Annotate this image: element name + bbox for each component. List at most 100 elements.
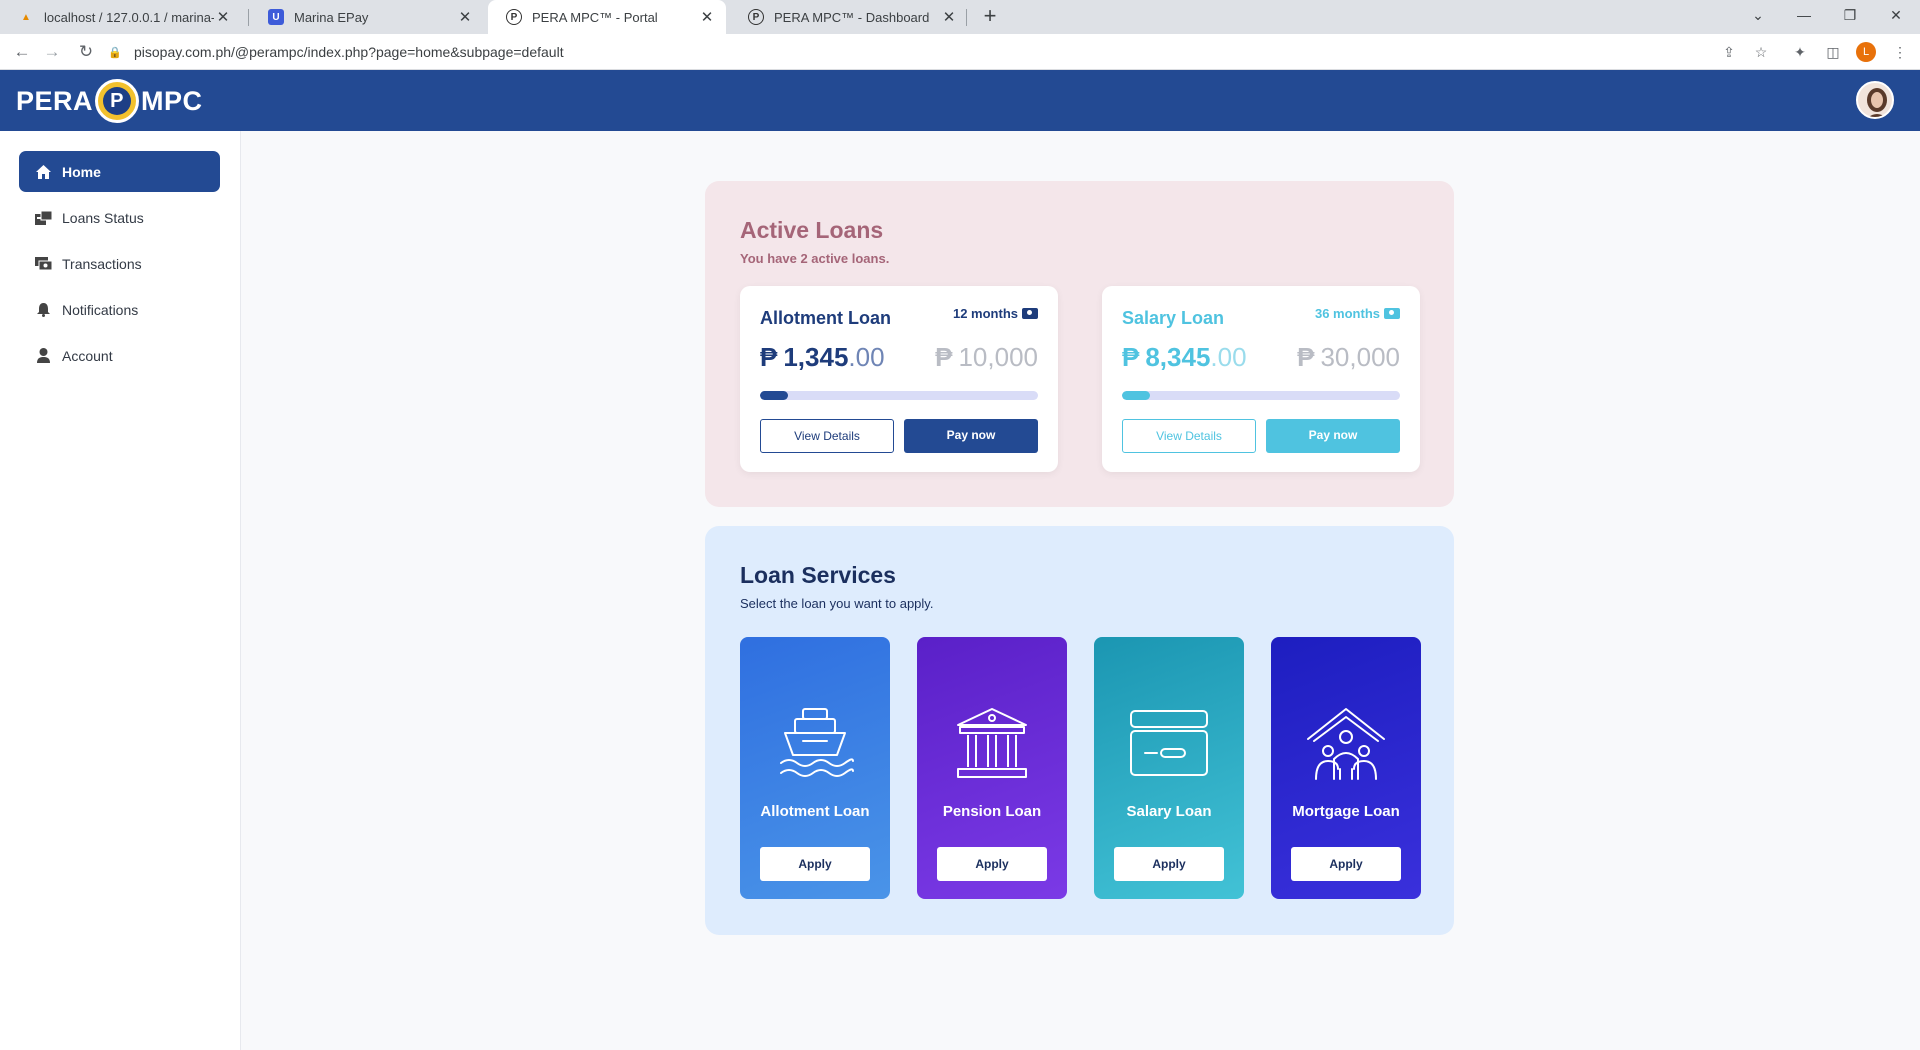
apply-button[interactable]: Apply <box>1114 847 1224 881</box>
pay-now-button[interactable]: Pay now <box>904 419 1038 453</box>
ship-icon <box>780 708 854 777</box>
service-card-salary[interactable]: Salary Loan Apply <box>1094 637 1244 899</box>
browser-tab[interactable]: ▲ localhost / 127.0.0.1 / marina-ep ✕ <box>0 0 242 34</box>
new-tab-button[interactable]: + <box>977 4 1003 30</box>
user-icon <box>34 348 52 363</box>
limit-value: 10,000 <box>958 342 1038 372</box>
user-photo-icon <box>1867 88 1887 117</box>
close-icon[interactable]: ✕ <box>456 8 474 26</box>
user-avatar[interactable] <box>1856 81 1894 119</box>
loan-card-salary: Salary Loan 36 months ₱ 8,345 .00 ₱ 30,00… <box>1102 286 1420 472</box>
currency-symbol: ₱ <box>1297 342 1315 372</box>
family-house-icon <box>1307 708 1385 780</box>
balance-decimal: .00 <box>848 342 885 372</box>
loan-progress-bar <box>1122 391 1400 400</box>
pera-mpc-logo[interactable]: PERA P MPC <box>16 79 203 123</box>
browser-toolbar: ← → ↻ 🔒 pisopay.com.ph/@perampc/index.ph… <box>0 34 1920 70</box>
sidebar-item-label: Notifications <box>62 301 139 318</box>
address-bar[interactable]: 🔒 pisopay.com.ph/@perampc/index.php?page… <box>108 39 1788 65</box>
browser-profile-avatar[interactable]: L <box>1856 42 1876 62</box>
sidebar-item-notifications[interactable]: Notifications <box>19 289 220 330</box>
browser-tab-active[interactable]: P PERA MPC™ - Portal ✕ <box>488 0 726 34</box>
service-label: Pension Loan <box>942 803 1042 820</box>
loan-balance: ₱ 1,345 .00 <box>760 342 885 373</box>
restore-button[interactable]: ❐ <box>1827 0 1873 30</box>
active-loans-panel: Active Loans You have 2 active loans. Al… <box>705 181 1454 507</box>
view-details-button[interactable]: View Details <box>760 419 894 453</box>
tab-title: Marina EPay <box>294 9 369 25</box>
minimize-button[interactable]: — <box>1781 0 1827 30</box>
sidebar-item-home[interactable]: Home <box>19 151 220 192</box>
lock-icon[interactable]: 🔒 <box>108 46 122 59</box>
pay-now-button[interactable]: Pay now <box>1266 419 1400 453</box>
tab-title: PERA MPC™ - Dashboard <box>774 9 930 25</box>
loan-balance: ₱ 8,345 .00 <box>1122 342 1247 373</box>
sidebar-item-label: Account <box>62 347 113 364</box>
currency-symbol: ₱ <box>760 342 778 372</box>
loan-services-subtitle: Select the loan you want to apply. <box>740 596 934 611</box>
tab-search-icon[interactable]: ⌄ <box>1735 0 1781 30</box>
tab-separator <box>966 9 967 26</box>
tab-separator <box>248 9 249 26</box>
loan-term-text: 12 months <box>952 306 1018 321</box>
close-icon[interactable]: ✕ <box>214 8 232 26</box>
close-icon[interactable]: ✕ <box>940 8 958 26</box>
sidebar-item-transactions[interactable]: Transactions <box>19 243 220 284</box>
view-details-button[interactable]: View Details <box>1122 419 1256 453</box>
loan-progress-bar <box>760 391 1038 400</box>
loan-term-text: 36 months <box>1314 306 1380 321</box>
back-icon[interactable]: ← <box>10 40 34 64</box>
loan-term: 12 months <box>953 306 1038 321</box>
service-label: Salary Loan <box>1126 803 1212 820</box>
close-window-button[interactable]: ✕ <box>1873 0 1919 30</box>
sidebar-item-label: Transactions <box>62 255 142 272</box>
currency-symbol: ₱ <box>935 342 953 372</box>
shield-icon: U <box>268 9 284 25</box>
apply-button[interactable]: Apply <box>1291 847 1401 881</box>
money-icon <box>1384 308 1400 319</box>
logo-seal-letter: P <box>103 87 132 115</box>
browser-tab[interactable]: P PERA MPC™ - Dashboard ✕ <box>730 0 968 34</box>
browser-menu-icon[interactable]: ⋮ <box>1890 42 1910 62</box>
service-card-allotment[interactable]: Allotment Loan Apply <box>740 637 890 899</box>
limit-value: 30,000 <box>1320 342 1400 372</box>
loan-card-allotment: Allotment Loan 12 months ₱ 1,345 .00 ₱ 10… <box>740 286 1058 472</box>
logo-text-right: MPC <box>141 85 203 116</box>
apply-button[interactable]: Apply <box>760 847 870 881</box>
service-card-mortgage[interactable]: Mortgage Loan Apply <box>1271 637 1421 899</box>
loans-status-icon <box>34 210 52 225</box>
reload-icon[interactable]: ↻ <box>74 40 98 64</box>
sidebar-item-label: Home <box>62 163 101 180</box>
app-header: PERA P MPC <box>0 70 1920 131</box>
sidebar: Home Loans Status Transactions Notificat… <box>0 131 241 1050</box>
pera-icon: P <box>506 9 522 25</box>
bank-icon <box>957 708 1027 778</box>
side-panel-icon[interactable]: ◫ <box>1823 42 1843 62</box>
browser-tab[interactable]: U Marina EPay ✕ <box>250 0 484 34</box>
url-text: pisopay.com.ph/@perampc/index.php?page=h… <box>134 44 564 60</box>
loan-progress-fill <box>760 391 788 400</box>
home-icon <box>34 164 52 179</box>
bell-icon <box>34 302 52 317</box>
transactions-icon <box>34 257 52 270</box>
forward-icon[interactable]: → <box>40 40 64 64</box>
close-icon[interactable]: ✕ <box>698 8 716 26</box>
service-card-pension[interactable]: Pension Loan Apply <box>917 637 1067 899</box>
pera-icon: P <box>748 9 764 25</box>
active-loans-subtitle: You have 2 active loans. <box>740 251 890 266</box>
sidebar-item-label: Loans Status <box>62 209 144 226</box>
sidebar-item-loans-status[interactable]: Loans Status <box>19 197 220 238</box>
balance-decimal: .00 <box>1210 342 1247 372</box>
tab-title: localhost / 127.0.0.1 / marina-ep <box>44 9 214 25</box>
bookmark-star-icon[interactable]: ☆ <box>1751 42 1771 62</box>
card-icon <box>1130 710 1208 776</box>
loan-limit: ₱ 30,000 <box>1297 342 1400 373</box>
apply-button[interactable]: Apply <box>937 847 1047 881</box>
extensions-icon[interactable]: ✦ <box>1790 42 1810 62</box>
money-icon <box>1022 308 1038 319</box>
loan-progress-fill <box>1122 391 1150 400</box>
active-loans-title: Active Loans <box>740 217 884 243</box>
sidebar-item-account[interactable]: Account <box>19 335 220 376</box>
share-icon[interactable]: ⇪ <box>1719 42 1739 62</box>
tab-title: PERA MPC™ - Portal <box>532 9 658 25</box>
